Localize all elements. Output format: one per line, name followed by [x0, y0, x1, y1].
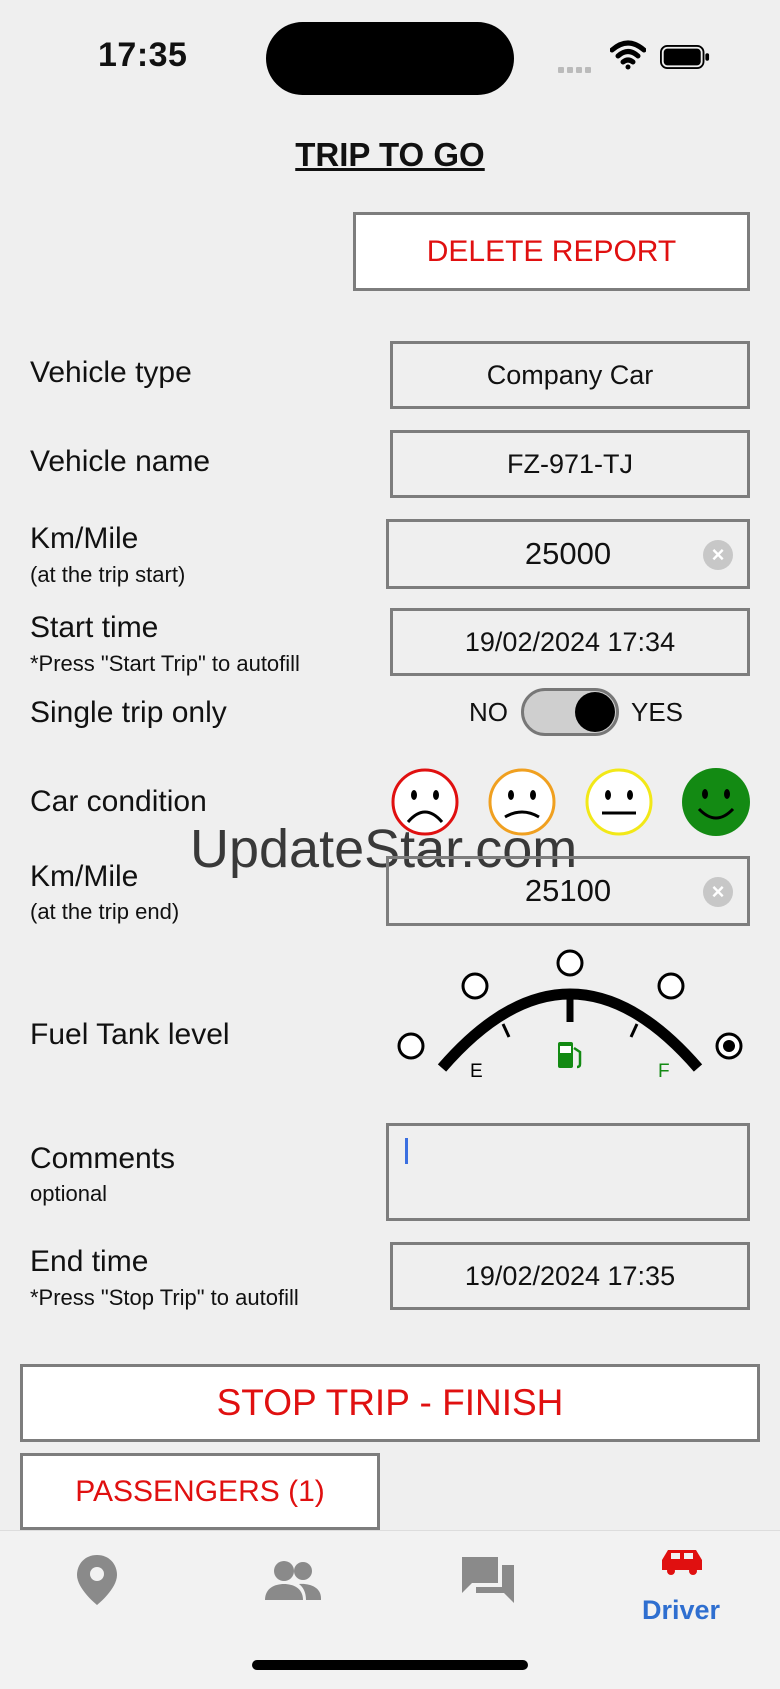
clear-km-end-icon[interactable]: ×: [703, 877, 733, 907]
signal-icon: [558, 60, 600, 73]
fuel-empty-label: E: [470, 1061, 483, 1082]
km-end-label: Km/Mile: [30, 860, 139, 893]
home-indicator: [252, 1660, 528, 1670]
delete-report-button[interactable]: DELETE REPORT: [353, 212, 750, 291]
clear-km-start-icon[interactable]: ×: [703, 540, 733, 570]
vehicle-type-select[interactable]: Company Car: [390, 341, 750, 409]
wifi-icon: [610, 40, 646, 70]
end-time-field[interactable]: 19/02/2024 17:35: [390, 1242, 750, 1310]
passengers-button[interactable]: PASSENGERS (1): [20, 1453, 380, 1530]
text-cursor: [405, 1138, 408, 1164]
km-end-input[interactable]: 25100: [386, 856, 750, 926]
end-time-label: End time: [30, 1245, 149, 1278]
comments-sublabel: optional: [30, 1181, 108, 1206]
toggle-yes-label: YES: [631, 697, 684, 727]
dynamic-island: [266, 22, 514, 95]
single-trip-label: Single trip only: [30, 696, 227, 729]
fuel-gauge: E F: [397, 949, 743, 1082]
fuel-full-label: F: [658, 1061, 670, 1082]
start-time-label: Start time: [30, 611, 159, 644]
vehicle-name-select[interactable]: FZ-971-TJ: [390, 430, 750, 498]
neutral-face-icon[interactable]: [584, 767, 654, 837]
car-condition-label: Car condition: [30, 785, 207, 818]
km-start-label: Km/Mile: [30, 522, 139, 555]
vehicle-type-label: Vehicle type: [30, 356, 192, 389]
battery-icon: [660, 44, 710, 70]
start-time-field[interactable]: 19/02/2024 17:34: [390, 608, 750, 676]
page-title: TRIP TO GO: [295, 136, 485, 173]
km-end-value: 25100: [524, 873, 612, 908]
stop-trip-button[interactable]: STOP TRIP - FINISH: [20, 1364, 760, 1442]
good-face-icon[interactable]: [681, 767, 751, 837]
vehicle-name-label: Vehicle name: [30, 445, 211, 478]
fuel-pump-icon: [558, 1042, 582, 1069]
tab-driver-label[interactable]: Driver: [642, 1595, 720, 1626]
fuel-level-4-radio[interactable]: [657, 972, 685, 1000]
fuel-level-label: Fuel Tank level: [30, 1018, 230, 1051]
fuel-level-2-radio[interactable]: [461, 972, 489, 1000]
start-time-sublabel: *Press "Start Trip" to autofill: [30, 651, 300, 676]
toggle-no-label: NO: [469, 697, 508, 727]
status-time: 17:35: [98, 36, 188, 74]
chat-icon[interactable]: [460, 1555, 516, 1605]
toggle-knob: [575, 692, 615, 732]
comments-input[interactable]: [386, 1123, 750, 1221]
location-pin-icon[interactable]: [74, 1553, 120, 1607]
fuel-level-5-radio[interactable]: [715, 1032, 743, 1060]
people-icon[interactable]: [263, 1560, 323, 1602]
comments-label: Comments: [30, 1142, 176, 1175]
fuel-level-3-radio[interactable]: [556, 949, 584, 977]
end-time-sublabel: *Press "Stop Trip" to autofill: [30, 1285, 299, 1310]
km-start-sublabel: (at the trip start): [30, 562, 186, 587]
car-icon[interactable]: [658, 1546, 706, 1576]
km-start-input[interactable]: 25000: [386, 519, 750, 589]
km-end-sublabel: (at the trip end): [30, 899, 180, 924]
fuel-level-1-radio[interactable]: [397, 1032, 425, 1060]
km-start-value: 25000: [524, 536, 612, 571]
